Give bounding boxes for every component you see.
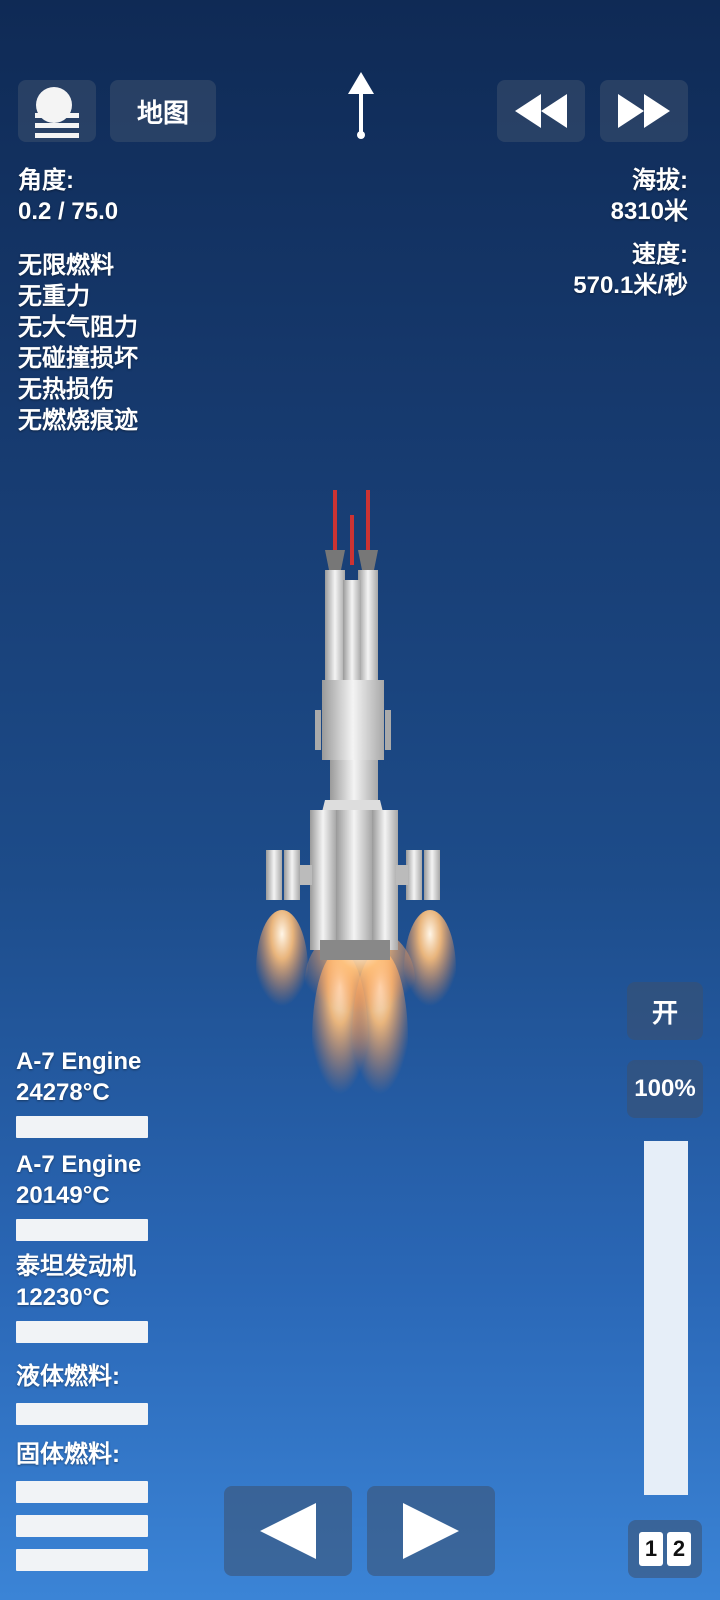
rotate-right-button[interactable]: [367, 1486, 495, 1576]
engine-temp-bar: [16, 1116, 148, 1138]
fast-forward-icon: [618, 94, 670, 128]
engine-temp: 12230°C: [16, 1284, 110, 1311]
map-button[interactable]: 地图: [110, 80, 216, 142]
stage-button[interactable]: 1 2: [628, 1520, 702, 1578]
rotate-left-icon: [260, 1503, 316, 1559]
engine-temp-bar: [16, 1219, 148, 1241]
angle-value: 0.2 / 75.0: [18, 198, 119, 225]
throttle-percent: 100%: [634, 1075, 696, 1102]
cheat-item: 无重力: [18, 283, 90, 310]
speed-label: 速度:: [632, 241, 688, 268]
engine-name: 泰坦发动机: [16, 1253, 136, 1280]
cheats-list: 无限燃料 无重力 无大气阻力 无碰撞损坏 无热损伤 无燃烧痕迹: [18, 250, 138, 436]
throttle-percent-button[interactable]: 100%: [627, 1060, 703, 1118]
map-label: 地图: [136, 97, 189, 128]
liquid-fuel-bar: [16, 1403, 148, 1425]
up-arrow-icon: [348, 72, 374, 139]
liquid-fuel-label: 液体燃料:: [16, 1363, 120, 1390]
rotate-right-icon: [403, 1503, 459, 1559]
rewind-button[interactable]: [497, 80, 585, 142]
altitude-value: 8310米: [610, 198, 688, 225]
stage-digit: 2: [667, 1532, 691, 1566]
cheat-item: 无热损伤: [18, 376, 114, 403]
menu-button[interactable]: [18, 80, 96, 142]
solid-fuel-bar: [16, 1549, 148, 1571]
stage-digit: 1: [639, 1532, 663, 1566]
throttle-fill: [644, 1141, 688, 1495]
throttle-slider[interactable]: [644, 1141, 688, 1495]
altitude-label: 海拔:: [632, 167, 688, 194]
engine-temp: 24278°C: [16, 1079, 110, 1106]
rotate-left-button[interactable]: [224, 1486, 352, 1576]
solid-fuel-label: 固体燃料:: [16, 1441, 120, 1468]
engine-temp: 20149°C: [16, 1182, 110, 1209]
solid-fuel-bar: [16, 1481, 148, 1503]
menu-icon: [35, 87, 79, 138]
rocket-illustration: [256, 490, 456, 1120]
engine-name: A-7 Engine: [16, 1048, 142, 1075]
cheat-item: 无燃烧痕迹: [18, 407, 138, 434]
rewind-icon: [515, 94, 567, 128]
engine-toggle-button[interactable]: 开: [627, 982, 703, 1040]
engine-toggle-label: 开: [651, 997, 678, 1028]
engine-name: A-7 Engine: [16, 1151, 142, 1178]
cheat-item: 无大气阻力: [18, 314, 138, 341]
solid-fuel-bar: [16, 1515, 148, 1537]
cheat-item: 无碰撞损坏: [18, 345, 138, 372]
engine-temp-bar: [16, 1321, 148, 1343]
angle-label: 角度:: [18, 167, 74, 194]
speed-value: 570.1米/秒: [573, 272, 688, 299]
cheat-item: 无限燃料: [18, 252, 114, 279]
fast-forward-button[interactable]: [600, 80, 688, 142]
